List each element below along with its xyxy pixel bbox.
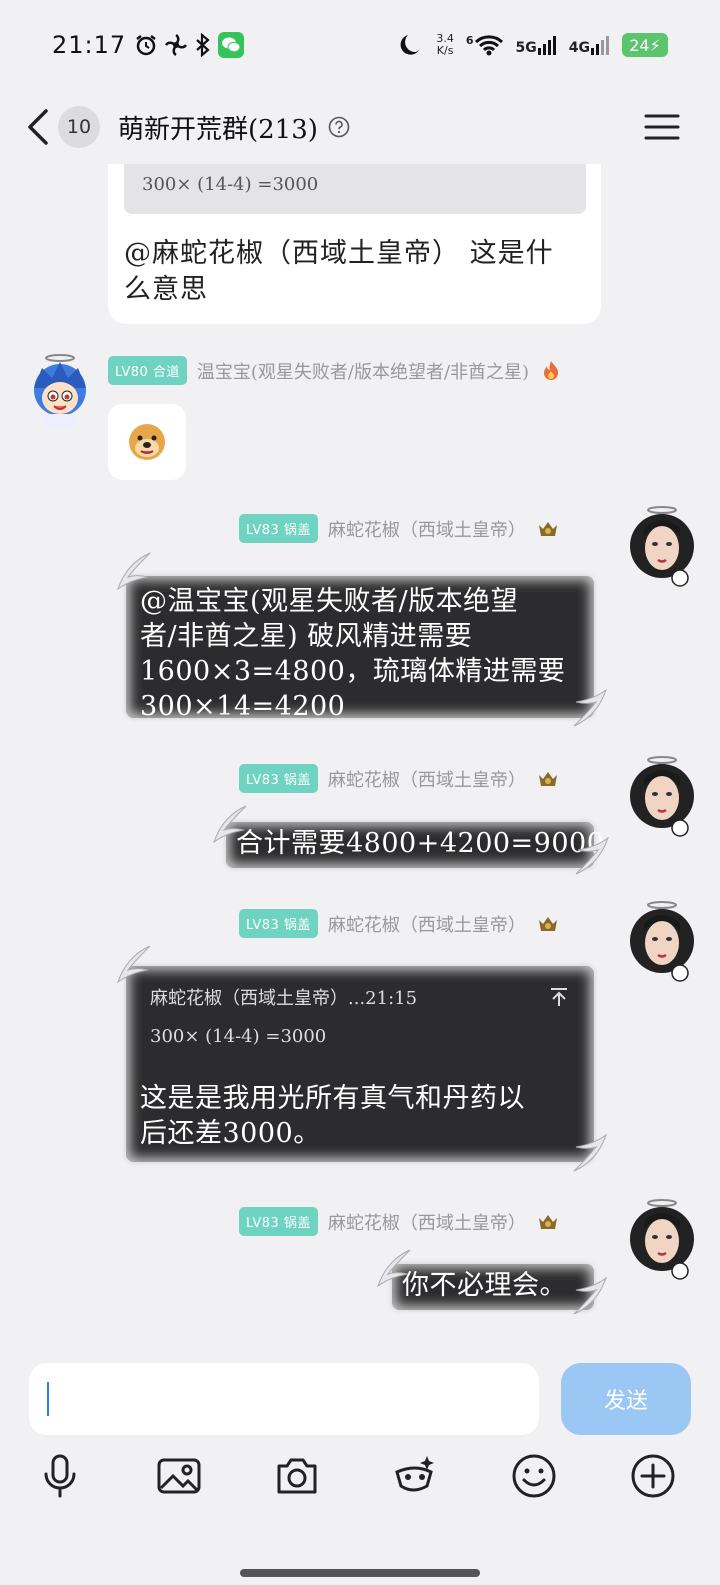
signal-5g: 5G [516,34,557,56]
signal-4g: 4G [569,34,610,56]
sender-name[interactable]: 麻蛇花椒（西域土皇帝） [328,911,526,937]
quoted-header: 麻蛇花椒（西域土皇帝）...21:15 [150,988,418,1009]
message-text: 合计需要4800+4200=9000 [236,828,605,859]
signal-icon [591,36,609,55]
wing-decoration-icon [575,836,609,875]
text-caret [47,1382,49,1416]
send-button[interactable]: 发送 [561,1363,691,1435]
sender-name[interactable]: 麻蛇花椒（西域土皇帝） [328,516,526,542]
message-input[interactable] [29,1363,539,1435]
flame-icon [544,360,559,380]
signal-4g-label: 4G [568,40,590,56]
message-line: 300×14=4200 [140,691,346,722]
unread-count-badge[interactable]: 10 [58,106,100,148]
jump-up-icon[interactable] [548,986,570,1008]
level-badge: LV83 锅盖 [239,514,318,543]
wechat-icon [218,32,245,58]
net-speed: 3.4 K/s [436,33,454,57]
message-text: 你不必理会。 [402,1270,567,1301]
avatar[interactable] [622,504,702,587]
sender-name[interactable]: 麻蛇花椒（西域土皇帝） [328,766,526,792]
avatar[interactable] [622,1197,702,1280]
battery-level: 24 [629,35,650,55]
sender-row: LV83 锅盖 麻蛇花椒（西域土皇帝） [239,764,560,793]
image-icon[interactable] [155,1452,203,1500]
menu-icon[interactable] [644,113,680,141]
message-bubble[interactable]: 你不必理会。 [392,1264,594,1310]
emoji-icon[interactable] [510,1452,558,1500]
back-icon[interactable] [24,107,54,147]
level-badge: LV80 合道 [108,356,187,385]
quoted-body: 300× (14-4) =3000 [150,1026,327,1047]
message-line: 后还差3000。 [140,1118,321,1149]
status-time: 21:17 [52,31,127,59]
input-area: 发送 [0,1349,720,1585]
sender-row: LV83 锅盖 麻蛇花椒（西域土皇帝） [239,1207,560,1236]
chat-header: 10 萌新开荒群(213) [0,90,720,164]
wifi-number: 6 [465,34,474,47]
wing-decoration-icon [573,688,607,727]
portrait-avatar-image [630,506,694,587]
quoted-message[interactable]: 麻蛇花椒（西域土皇帝）...21:15 300× (14-4) =3000 [140,980,580,1051]
help-icon[interactable] [328,116,350,138]
wing-decoration-icon [573,1133,607,1172]
message-line: @温宝宝(观星失败者/版本绝望 [140,586,519,617]
message-line: 这是是我用光所有真气和丹药以 [140,1083,525,1114]
message-list[interactable]: 300× (14-4) =3000 @麻蛇花椒（西域土皇帝） 这是什么意思 LV… [0,164,720,1349]
dog-sticker-icon [129,424,165,460]
net-speed-unit: K/s [436,44,454,57]
level-badge: LV83 锅盖 [239,1207,318,1236]
message-text: @麻蛇花椒（西域土皇帝） 这是什么意思 [124,238,554,305]
wifi-indicator: 6 [466,34,504,56]
sender-name[interactable]: 温宝宝(观星失败者/版本绝望者/非酋之星) [197,358,529,384]
signal-icon [537,36,556,55]
status-bar: 21:17 3.4 K/s 6 5G 4G 24 ⚡ [0,0,720,90]
home-indicator[interactable] [240,1569,480,1577]
alarm-icon [136,35,156,56]
quoted-message[interactable]: 300× (14-4) =3000 [124,164,586,214]
message-bubble[interactable]: @温宝宝(观星失败者/版本绝望 者/非酋之星) 破风精进需要 1600×3=48… [126,576,594,722]
crown-badge-icon [538,916,557,931]
wing-decoration-icon [117,945,151,984]
crown-badge-icon [538,771,557,786]
group-title[interactable]: 萌新开荒群(213) [118,109,318,146]
crown-badge-icon [538,521,557,536]
wing-decoration-icon [117,552,151,591]
message-bubble[interactable]: 合计需要4800+4200=9000 [226,822,605,868]
avatar[interactable] [18,350,98,430]
input-toolbar [0,1452,720,1522]
portrait-avatar-image [630,1199,694,1280]
camera-icon[interactable] [273,1452,321,1500]
bluetooth-icon [196,33,210,57]
avatar[interactable] [622,899,702,982]
sender-name[interactable]: 麻蛇花椒（西域土皇帝） [328,1209,526,1235]
message-bubble[interactable]: 300× (14-4) =3000 @麻蛇花椒（西域土皇帝） 这是什么意思 [108,164,601,324]
level-badge: LV83 锅盖 [239,764,318,793]
plus-icon[interactable] [629,1452,677,1500]
level-badge: LV83 锅盖 [239,909,318,938]
wing-decoration-icon [573,1276,607,1315]
portrait-avatar-image [630,756,694,837]
sender-row: LV83 锅盖 麻蛇花椒（西域土皇帝） [239,514,560,543]
wing-decoration-icon [377,1249,411,1288]
sender-row: LV83 锅盖 麻蛇花椒（西域土皇帝） [239,909,560,938]
sender-row: LV80 合道 温宝宝(观星失败者/版本绝望者/非酋之星) [108,356,563,385]
sticker-message[interactable] [108,404,186,480]
message-line: 者/非酋之星) 破风精进需要 [140,621,473,652]
wing-decoration-icon [213,805,247,844]
avatar[interactable] [622,754,702,837]
portrait-avatar-image [630,901,694,982]
wifi-icon [474,35,503,56]
magic-icon[interactable] [391,1452,439,1500]
fan-icon [165,33,188,57]
crown-badge-icon [538,1214,557,1229]
anime-avatar-image [34,354,86,428]
message-line: 1600×3=4800，琉璃体精进需要 [140,656,566,687]
signal-5g-label: 5G [515,40,537,56]
moon-icon [400,35,421,55]
battery-indicator: 24 ⚡ [622,33,668,57]
microphone-icon[interactable] [36,1452,84,1500]
message-bubble[interactable]: 麻蛇花椒（西域土皇帝）...21:15 300× (14-4) =3000 这是… [126,966,594,1162]
